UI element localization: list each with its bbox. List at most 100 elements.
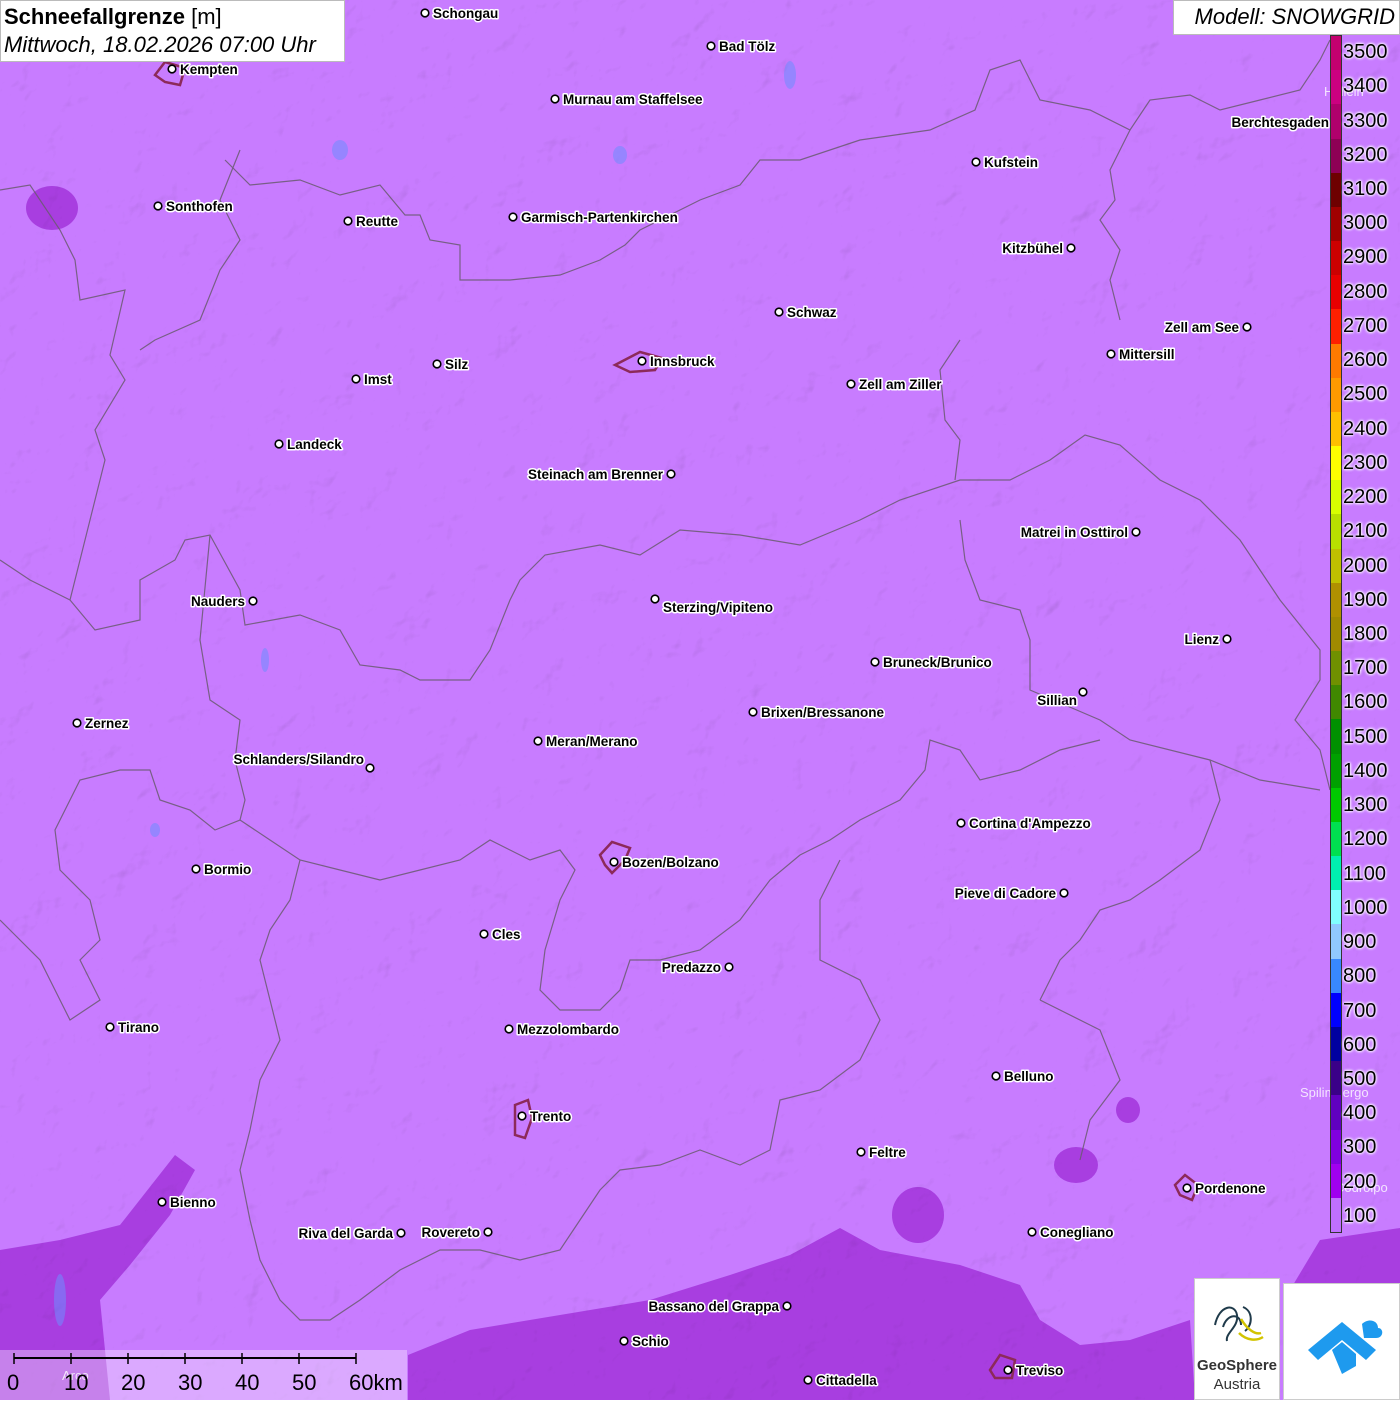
city-marker[interactable]: Steinach am Brenner: [526, 466, 676, 484]
legend-swatch: [1331, 958, 1341, 993]
city-label: Pordenone: [1195, 1181, 1266, 1196]
city-marker[interactable]: Conegliano: [1027, 1224, 1115, 1242]
legend-label: 1400: [1343, 759, 1388, 782]
legend-swatch: [1331, 651, 1341, 686]
legend-label: 1100: [1343, 862, 1387, 885]
city-label: Schongau: [433, 6, 498, 21]
legend-swatch: [1331, 104, 1341, 139]
city-marker[interactable]: Zell am Ziller: [846, 376, 944, 394]
city-label: Bozen/Bolzano: [622, 855, 719, 870]
scale-label: 0: [7, 1370, 20, 1395]
city-marker[interactable]: Berchtesgaden: [1230, 114, 1342, 132]
city-marker[interactable]: Pordenone: [1182, 1180, 1267, 1198]
city-label: Steinach am Brenner: [528, 467, 664, 482]
city-marker[interactable]: Schongau: [420, 5, 500, 23]
legend-label: 1000: [1343, 896, 1388, 919]
city-marker[interactable]: Cittadella: [803, 1372, 879, 1390]
legend-label: 1300: [1343, 794, 1388, 817]
city-dot: [479, 929, 489, 939]
scale-label: 60km: [349, 1370, 403, 1395]
legend-label: 2800: [1343, 280, 1388, 303]
city-label: Conegliano: [1040, 1225, 1114, 1240]
city-label: Cittadella: [816, 1373, 877, 1388]
city-dot: [483, 1227, 493, 1237]
city-label: Mittersill: [1119, 347, 1175, 362]
city-dot: [1059, 888, 1069, 898]
city-dot: [508, 212, 518, 222]
legend-swatch: [1331, 719, 1341, 754]
city-label: Rovereto: [421, 1225, 480, 1240]
city-marker[interactable]: Murnau am Staffelsee: [550, 91, 705, 109]
city-label: Berchtesgaden: [1231, 115, 1329, 130]
legend-swatch: [1331, 343, 1341, 378]
city-marker[interactable]: Riva del Garda: [297, 1225, 406, 1243]
city-marker[interactable]: Innsbruck: [637, 353, 717, 371]
weather-app-logo[interactable]: [1283, 1283, 1400, 1400]
city-marker[interactable]: Bozen/Bolzano: [609, 854, 720, 872]
city-marker[interactable]: Pieve di Cadore: [953, 885, 1069, 903]
city-label: Bad Tölz: [719, 39, 775, 54]
city-dot: [396, 1228, 406, 1238]
city-dot: [706, 41, 716, 51]
geosphere-logo[interactable]: GeoSphere Austria: [1194, 1278, 1280, 1400]
city-label: Trento: [530, 1109, 571, 1124]
legend-swatch: [1331, 787, 1341, 822]
geosphere-name: GeoSphere: [1196, 1357, 1278, 1374]
snowflake-arrow-icon: [1308, 1320, 1383, 1374]
map-title: Schneefallgrenze [m]: [4, 3, 344, 31]
city-dot: [504, 1024, 514, 1034]
legend-label: 1700: [1343, 657, 1388, 680]
scale-label: 10: [64, 1370, 89, 1395]
city-label: Nauders: [191, 594, 245, 609]
legend-label: 3000: [1343, 212, 1388, 235]
city-label: Schio: [632, 1334, 669, 1349]
city-label: Bruneck/Brunico: [883, 655, 992, 670]
city-dot: [971, 157, 981, 167]
city-dot: [248, 596, 258, 606]
city-dot: [803, 1375, 813, 1385]
legend-label: 400: [1343, 1102, 1377, 1125]
city-marker[interactable]: Mezzolombardo: [504, 1021, 621, 1039]
city-label: Silz: [445, 357, 469, 372]
city-marker[interactable]: Sonthofen: [153, 198, 234, 216]
legend-swatch: [1331, 856, 1341, 891]
legend-swatch: [1331, 1061, 1341, 1096]
city-marker[interactable]: Garmisch-Partenkirchen: [508, 209, 679, 227]
city-dot: [666, 469, 676, 479]
city-dot: [650, 594, 660, 604]
city-label: Garmisch-Partenkirchen: [521, 210, 678, 225]
legend-label: 1200: [1343, 828, 1388, 851]
city-dot: [1027, 1227, 1037, 1237]
city-marker[interactable]: Zell am See: [1163, 319, 1252, 337]
city-dot: [637, 356, 647, 366]
city-label: Predazzo: [662, 960, 721, 975]
map-canvas[interactable]: Schongau Bad Tölz Kempten Murnau am Staffel…: [0, 0, 1400, 1400]
geosphere-emblem-icon: [1214, 1306, 1264, 1342]
city-marker[interactable]: Cortina d'Ampezzo: [956, 815, 1092, 833]
legend-label: 1600: [1343, 691, 1388, 714]
legend-swatch: [1331, 480, 1341, 515]
city-marker[interactable]: Brixen/Bressanone: [748, 704, 886, 722]
legend-label: 500: [1343, 1067, 1377, 1090]
city-dot: [550, 94, 560, 104]
city-marker[interactable]: Bassano del Grappa: [647, 1298, 792, 1316]
city-dot: [846, 379, 856, 389]
city-dot: [533, 736, 543, 746]
legend-swatch: [1331, 138, 1341, 173]
legend-label: 1800: [1343, 623, 1388, 645]
scale-label: 40: [235, 1370, 260, 1395]
city-marker[interactable]: Meran/Merano: [533, 733, 639, 751]
city-label: Cles: [492, 927, 521, 942]
city-dot: [1242, 322, 1252, 332]
city-dot: [343, 216, 353, 226]
city-marker[interactable]: Matrei in Osttirol: [1019, 524, 1141, 542]
city-label: Kitzbühel: [1002, 241, 1063, 256]
scale-label: 30: [178, 1370, 203, 1395]
city-label: Sonthofen: [166, 199, 233, 214]
city-dot: [609, 857, 619, 867]
legend-swatch: [1331, 206, 1341, 242]
city-label: Riva del Garda: [298, 1226, 393, 1241]
title-unit: [m]: [191, 4, 222, 29]
city-marker[interactable]: Bruneck/Brunico: [870, 654, 993, 672]
city-dot: [724, 962, 734, 972]
